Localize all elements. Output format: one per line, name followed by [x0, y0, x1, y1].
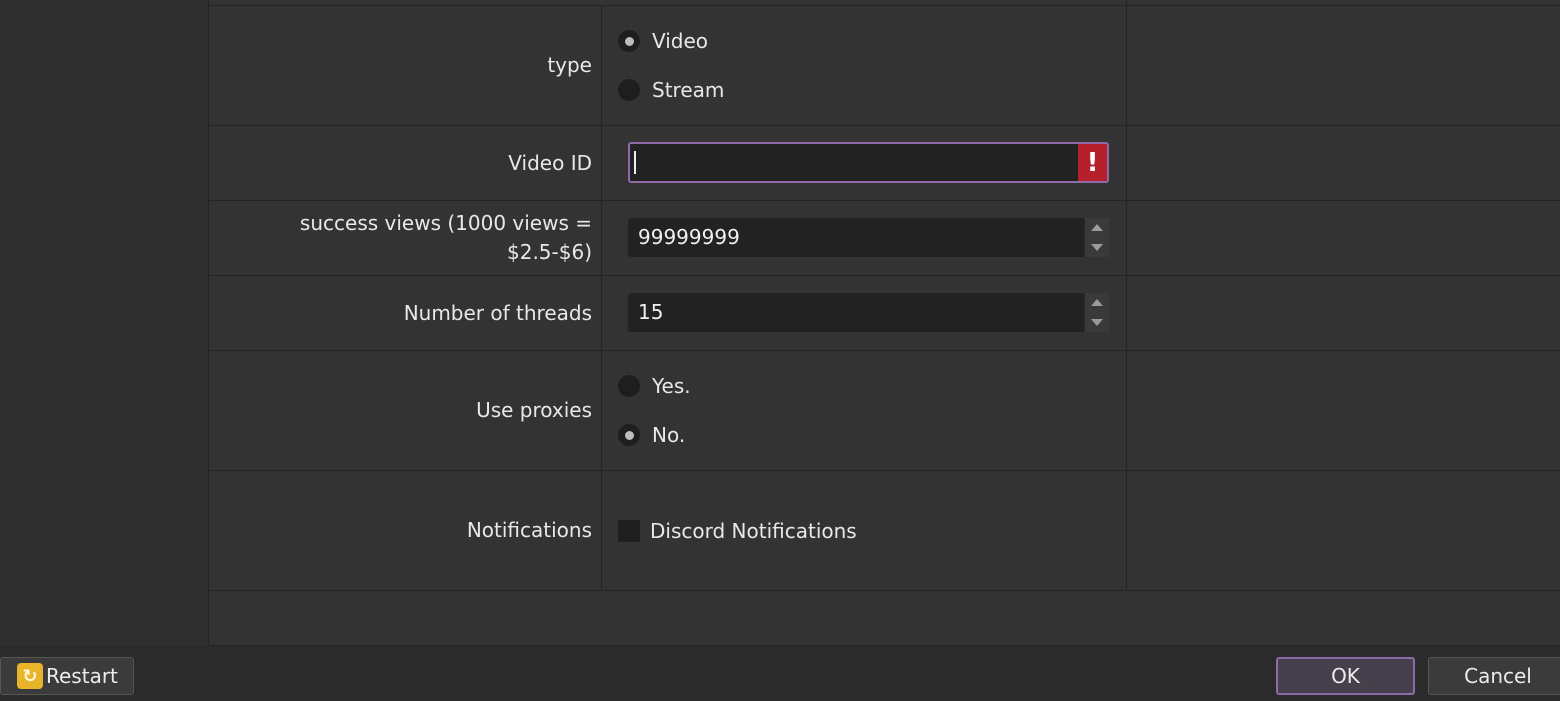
notifications-label: Notifications	[209, 471, 602, 590]
radio-proxies-no[interactable]: No.	[618, 420, 685, 450]
use-proxies-radio-group: Yes. No.	[602, 351, 1127, 470]
radio-video-indicator[interactable]	[618, 30, 640, 52]
type-label: type	[209, 6, 602, 125]
restart-button-label: Restart	[46, 664, 118, 688]
row-notifications-extra	[1127, 471, 1560, 590]
success-views-cell: 99999999	[602, 201, 1127, 275]
restart-icon: ↻	[17, 663, 43, 689]
chevron-up-icon	[1091, 299, 1103, 306]
radio-selected-dot	[624, 36, 634, 46]
left-pane	[0, 0, 209, 645]
radio-proxies-yes-label: Yes.	[652, 374, 691, 398]
threads-label: Number of threads	[209, 276, 602, 350]
row-type: type Video Stream	[209, 6, 1560, 126]
discord-notifications-checkbox[interactable]	[618, 520, 640, 542]
discord-notifications-label: Discord Notifications	[650, 519, 857, 543]
row-type-extra	[1127, 6, 1560, 125]
discord-notifications-option[interactable]: Discord Notifications	[618, 516, 857, 546]
row-success-views-extra	[1127, 201, 1560, 275]
radio-proxies-yes[interactable]: Yes.	[618, 371, 691, 401]
radio-stream-indicator[interactable]	[618, 79, 640, 101]
success-views-decrement[interactable]	[1085, 238, 1109, 257]
ok-button[interactable]: OK	[1276, 657, 1415, 695]
success-views-label: success views (1000 views = $2.5-$6)	[209, 201, 602, 275]
threads-spin-buttons	[1084, 293, 1109, 332]
row-success-views: success views (1000 views = $2.5-$6) 999…	[209, 201, 1560, 276]
chevron-up-icon	[1091, 224, 1103, 231]
threads-increment[interactable]	[1085, 293, 1109, 312]
radio-proxies-yes-indicator[interactable]	[618, 375, 640, 397]
success-views-increment[interactable]	[1085, 218, 1109, 237]
use-proxies-label: Use proxies	[209, 351, 602, 470]
video-id-field[interactable]: !	[628, 142, 1109, 183]
row-use-proxies-extra	[1127, 351, 1560, 470]
video-id-cell: !	[602, 126, 1127, 200]
radio-video[interactable]: Video	[618, 26, 708, 56]
error-icon: !	[1078, 144, 1107, 181]
cancel-button[interactable]: Cancel	[1428, 657, 1560, 695]
radio-stream-label: Stream	[652, 78, 725, 102]
threads-cell: 15	[602, 276, 1127, 350]
chevron-down-icon	[1091, 319, 1103, 326]
radio-video-label: Video	[652, 29, 709, 53]
success-views-spinbox[interactable]: 99999999	[628, 218, 1109, 257]
success-views-value[interactable]: 99999999	[638, 218, 740, 257]
chevron-down-icon	[1091, 244, 1103, 251]
settings-dialog: type Video Stream Video ID ! success vie…	[0, 0, 1560, 701]
row-threads-extra	[1127, 276, 1560, 350]
video-id-input[interactable]	[630, 144, 1076, 181]
radio-proxies-no-indicator[interactable]	[618, 424, 640, 446]
radio-selected-dot	[624, 430, 634, 440]
row-video-id: Video ID !	[209, 126, 1560, 201]
type-radio-group: Video Stream	[602, 6, 1127, 125]
top-strip-divider	[602, 0, 1127, 5]
text-caret	[634, 151, 636, 174]
radio-proxies-no-label: No.	[652, 423, 686, 447]
success-views-spin-buttons	[1084, 218, 1109, 257]
restart-button[interactable]: ↻ Restart	[0, 657, 134, 695]
row-notifications: Notifications Discord Notifications	[209, 471, 1560, 591]
dialog-button-bar: ↻ Restart OK Cancel	[0, 646, 1560, 701]
row-video-id-extra	[1127, 126, 1560, 200]
success-views-label-text: success views (1000 views = $2.5-$6)	[299, 211, 592, 264]
radio-stream[interactable]: Stream	[618, 75, 724, 105]
threads-spinbox[interactable]: 15	[628, 293, 1109, 332]
threads-value[interactable]: 15	[638, 293, 663, 332]
notifications-cell: Discord Notifications	[602, 471, 1127, 590]
settings-form: type Video Stream Video ID ! success vie…	[209, 0, 1560, 646]
threads-decrement[interactable]	[1085, 313, 1109, 332]
row-threads: Number of threads 15	[209, 276, 1560, 351]
video-id-label: Video ID	[209, 126, 602, 200]
row-use-proxies: Use proxies Yes. No.	[209, 351, 1560, 471]
